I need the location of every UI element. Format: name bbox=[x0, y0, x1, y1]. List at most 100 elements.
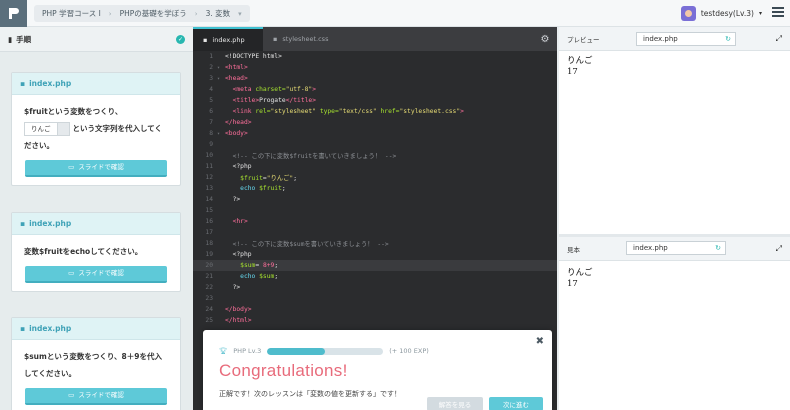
code-token: echo bbox=[240, 273, 260, 280]
breadcrumb-lesson[interactable]: 3. 変数 bbox=[206, 8, 231, 19]
hamburger-menu-icon[interactable] bbox=[772, 7, 784, 17]
breadcrumb-course[interactable]: PHP 学習コース Ⅰ bbox=[42, 8, 101, 19]
code-line[interactable]: 9 bbox=[193, 139, 557, 150]
caret-down-icon[interactable]: ▾ bbox=[238, 10, 242, 18]
line-number: 13 bbox=[205, 185, 213, 192]
code-line[interactable]: 21 echo $sum; bbox=[193, 271, 557, 282]
code-line[interactable]: 7 </head> bbox=[193, 117, 557, 128]
code-line[interactable]: 17 bbox=[193, 227, 557, 238]
code-line[interactable]: 5 <title>Progate</title> bbox=[193, 95, 557, 106]
card-file-name: index.php bbox=[29, 324, 72, 333]
code-text: <!DOCTYPE html> bbox=[223, 53, 282, 60]
line-number: 1 bbox=[209, 53, 213, 60]
file-icon: ▪ bbox=[20, 79, 26, 88]
code-token: type= bbox=[319, 108, 339, 115]
slide-confirm-button[interactable]: ▭ スライドで確認 bbox=[25, 160, 167, 177]
code-line[interactable]: 4 <meta charset="utf-8"> bbox=[193, 84, 557, 95]
file-icon: ▪ bbox=[20, 324, 26, 333]
tab-index-php[interactable]: ▪ index.php bbox=[193, 27, 263, 51]
code-line[interactable]: 8 ▾ <body> bbox=[193, 128, 557, 139]
view-answer-button[interactable]: 解答を見る bbox=[427, 397, 483, 410]
code-line[interactable]: 6 <link rel="stylesheet" type="text/css"… bbox=[193, 106, 557, 117]
chevron-right-icon: › bbox=[108, 9, 112, 18]
code-line[interactable]: 19 <?php bbox=[193, 249, 557, 260]
code-line[interactable]: 12 $fruit="りんご"; bbox=[193, 172, 557, 183]
refresh-icon[interactable]: ↻ bbox=[725, 35, 731, 43]
code-text: $fruit="りんご"; bbox=[223, 173, 297, 182]
sample-file-field[interactable]: index.php ↻ bbox=[626, 241, 726, 255]
instruction-card-3: ▪ index.php $sumという変数をつくり、8＋9を代入してください。 ▭… bbox=[11, 317, 181, 410]
code-token: "utf-8" bbox=[285, 86, 313, 93]
card-header: ▪ index.php bbox=[12, 318, 180, 340]
gear-icon[interactable]: ⚙ bbox=[533, 27, 557, 51]
copy-chip[interactable]: りんご bbox=[24, 122, 70, 136]
check-circle-icon: ✓ bbox=[176, 34, 185, 44]
code-line[interactable]: 18 <!-- この下に変数$sumを書いていきましょう！ --> bbox=[193, 238, 557, 249]
code-text: </head> bbox=[223, 119, 252, 126]
instruction-text: $sumという変数をつくり、8＋9を代入してください。 bbox=[24, 352, 162, 378]
preview-output: りんご 17 bbox=[559, 51, 790, 83]
code-token: <?php bbox=[225, 251, 252, 258]
card-file-name: index.php bbox=[29, 79, 72, 88]
instructions-panel: ▮ 手順 ✓ ▪ index.php $fruitという変数をつくり、 りんご という… bbox=[0, 27, 193, 410]
expand-icon[interactable]: ⤢ bbox=[776, 34, 782, 44]
line-number: 25 bbox=[205, 317, 213, 324]
code-token: <hr> bbox=[232, 218, 248, 225]
tab-label: index.php bbox=[212, 36, 245, 44]
code-line[interactable]: 23 bbox=[193, 293, 557, 304]
expand-icon[interactable]: ⤢ bbox=[776, 244, 782, 254]
instruction-text: 変数$fruitをechoしてください。 bbox=[24, 247, 143, 256]
user-menu[interactable]: testdesy(Lv.3) ▾ bbox=[680, 6, 762, 21]
close-icon[interactable]: ✖ bbox=[536, 336, 544, 347]
code-token: $sum bbox=[240, 262, 256, 269]
code-line[interactable]: 13 echo $fruit; bbox=[193, 183, 557, 194]
code-text: <!-- この下に変数$sumを書いていきましょう！ --> bbox=[223, 239, 389, 248]
button-label: スライドで確認 bbox=[78, 391, 124, 399]
code-line[interactable]: 24 </body> bbox=[193, 304, 557, 315]
instruction-card-1: ▪ index.php $fruitという変数をつくり、 りんご という文字列を代入… bbox=[11, 72, 181, 186]
code-line[interactable]: 25 </html> bbox=[193, 315, 557, 326]
code-token: charset= bbox=[255, 86, 286, 93]
code-line[interactable]: 2 ▾ <html> bbox=[193, 62, 557, 73]
slide-confirm-button[interactable]: ▭ スライドで確認 bbox=[25, 388, 167, 405]
code-text: <hr> bbox=[223, 218, 248, 225]
code-line[interactable]: 22 ?> bbox=[193, 282, 557, 293]
code-area[interactable]: 1 <!DOCTYPE html> 2 ▾ <html> 3 ▾ <head> 4 <meta … bbox=[193, 51, 557, 326]
line-number: 2 bbox=[209, 64, 213, 71]
chevron-right-icon: › bbox=[194, 9, 198, 18]
card-header: ▪ index.php bbox=[12, 73, 180, 95]
sample-output: りんご 17 bbox=[559, 263, 601, 295]
progate-logo[interactable] bbox=[0, 0, 27, 27]
line-number: 3 bbox=[209, 75, 213, 82]
level-label: PHP Lv.3 bbox=[233, 347, 262, 355]
card-file-name: index.php bbox=[29, 219, 72, 228]
code-text: $sum= 8+9; bbox=[223, 262, 278, 269]
code-token: <!-- この下に変数$sumを書いていきましょう！ --> bbox=[225, 241, 389, 248]
code-token: <?php bbox=[225, 163, 252, 170]
code-line[interactable]: 15 bbox=[193, 205, 557, 216]
code-line[interactable]: 1 <!DOCTYPE html> bbox=[193, 51, 557, 62]
line-number: 24 bbox=[205, 306, 213, 313]
code-line[interactable]: 14 ?> bbox=[193, 194, 557, 205]
refresh-icon[interactable]: ↻ bbox=[715, 244, 721, 252]
tab-stylesheet-css[interactable]: ▪ stylesheet.css bbox=[263, 27, 340, 51]
code-line[interactable]: 10 <!-- この下に変数$fruitを書いていきましょう！ --> bbox=[193, 150, 557, 161]
line-number: 16 bbox=[205, 218, 213, 225]
code-token: ; bbox=[281, 185, 286, 192]
editor-tabs: ▪ index.php ▪ stylesheet.css ⚙ bbox=[193, 27, 557, 51]
code-token: "stylesheet" bbox=[270, 108, 320, 115]
code-line[interactable]: 11 <?php bbox=[193, 161, 557, 172]
preview-file-field[interactable]: index.php ↻ bbox=[636, 32, 736, 46]
code-line[interactable]: 20 $sum= 8+9; bbox=[193, 260, 557, 271]
breadcrumb-chapter[interactable]: PHPの基礎を学ぼう bbox=[120, 8, 187, 19]
code-line[interactable]: 16 <hr> bbox=[193, 216, 557, 227]
next-lesson-button[interactable]: 次に進む bbox=[489, 397, 543, 410]
logo-icon bbox=[8, 8, 19, 19]
slide-icon: ▭ bbox=[68, 163, 75, 171]
copy-icon[interactable] bbox=[56, 123, 69, 135]
tab-label: stylesheet.css bbox=[282, 35, 329, 43]
code-token: $fruit bbox=[259, 185, 282, 192]
slide-confirm-button[interactable]: ▭ スライドで確認 bbox=[25, 266, 167, 283]
code-line[interactable]: 3 ▾ <head> bbox=[193, 73, 557, 84]
